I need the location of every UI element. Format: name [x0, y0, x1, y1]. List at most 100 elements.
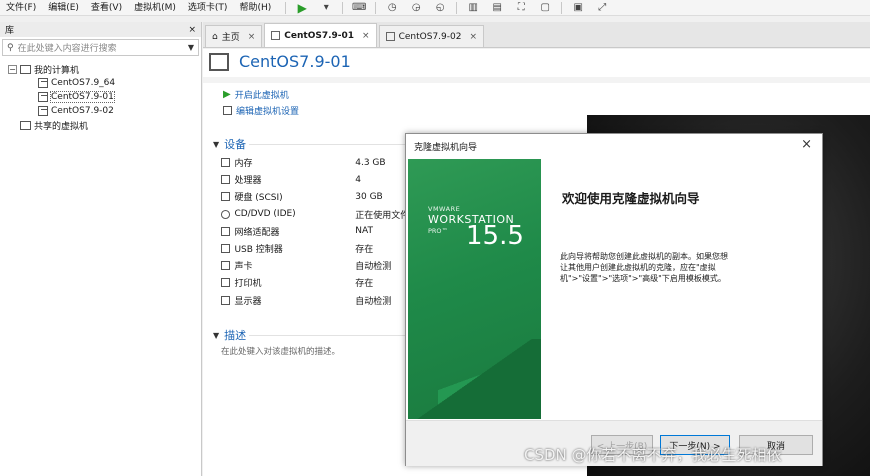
tab-centos-01[interactable]: CentOS7.9-01 ×	[264, 23, 377, 47]
menu-file[interactable]: 文件(F)	[0, 0, 42, 16]
toolbar-separator	[342, 1, 344, 14]
shared-vms-icon	[20, 120, 31, 130]
play-icon: ▶	[223, 88, 231, 100]
collapse-icon[interactable]: −	[8, 64, 17, 74]
device-name: 处理器	[234, 176, 262, 187]
tab-close-icon[interactable]: ×	[362, 31, 370, 41]
cd-icon	[221, 209, 231, 219]
action-label: 编辑虚拟机设置	[236, 106, 300, 117]
device-row-disk[interactable]: 硬盘 (SCSI) 30 GB	[221, 188, 411, 205]
device-value: 自动检测	[355, 262, 392, 273]
description-section-header[interactable]: ▼ 描述	[213, 327, 409, 343]
snapshot-manager-icon[interactable]: ◵	[430, 1, 450, 15]
power-on-link[interactable]: ▶ 开启此虚拟机	[223, 86, 299, 102]
tab-label: CentOS7.9-02	[398, 31, 462, 42]
tree-label: 共享的虚拟机	[34, 121, 89, 132]
tab-close-icon[interactable]: ×	[469, 32, 477, 42]
clone-wizard-dialog: 克隆虚拟机向导 × VMWARE WORKSTATION PRO™ 15.5 欢…	[405, 133, 823, 466]
tab-centos-02[interactable]: CentOS7.9-02 ×	[378, 25, 485, 47]
close-icon[interactable]: ×	[801, 137, 812, 152]
section-title: 描述	[224, 329, 247, 342]
dropdown-icon[interactable]: ▾	[316, 1, 336, 15]
library-search-input[interactable]: ⚲ 在此处键入内容进行搜索 ▼	[2, 39, 199, 56]
tab-close-icon[interactable]: ×	[248, 32, 256, 42]
device-value: 存在	[355, 279, 374, 290]
search-dropdown-icon[interactable]: ▼	[188, 43, 194, 52]
display-icon	[221, 295, 231, 305]
device-row-memory[interactable]: 内存 4.3 GB	[221, 154, 411, 171]
device-name: 声卡	[234, 262, 253, 273]
brand-version: 15.5	[466, 221, 524, 251]
action-label: 开启此虚拟机	[234, 90, 289, 101]
tree-item-shared-vms[interactable]: 共享的虚拟机	[8, 118, 201, 132]
device-name: 内存	[234, 159, 253, 170]
wizard-heading: 欢迎使用克隆虚拟机向导	[562, 191, 700, 206]
tree-item-my-computer[interactable]: − 我的计算机	[8, 62, 201, 76]
device-row-usb[interactable]: USB 控制器 存在	[221, 240, 411, 257]
send-keys-icon[interactable]: ⌨	[349, 1, 369, 15]
vm-large-icon	[209, 52, 229, 71]
device-row-cd[interactable]: CD/DVD (IDE) 正在使用文件	[221, 206, 411, 223]
device-row-sound[interactable]: 声卡 自动检测	[221, 257, 411, 274]
page-title: CentOS7.9-01	[239, 52, 351, 71]
toolbar-separator	[561, 1, 563, 14]
menu-tabs[interactable]: 选项卡(T)	[182, 0, 234, 16]
tree-item-vm-selected[interactable]: CentOS7.9-01	[8, 90, 201, 104]
device-value: 存在	[355, 245, 374, 256]
full-screen-icon[interactable]: ⛶	[511, 1, 531, 15]
power-on-icon[interactable]: ▶	[292, 1, 312, 15]
library-title: 库	[5, 26, 15, 36]
console-icon[interactable]: ▣	[568, 1, 588, 15]
tab-label: CentOS7.9-01	[284, 30, 355, 41]
toolbar: ▶ ▾ ⌨ ◷ ◶ ◵ ▥ ▤ ⛶ ▢ ▣ ⤢	[281, 1, 614, 15]
thumbnail-bar-icon[interactable]: ▤	[487, 1, 507, 15]
banner-shape	[408, 339, 541, 419]
header-divider	[203, 77, 870, 83]
menu-help[interactable]: 帮助(H)	[233, 0, 277, 16]
device-name: 打印机	[234, 279, 262, 290]
vm-icon	[38, 78, 48, 88]
tree-label: CentOS7.9-01	[50, 91, 115, 103]
snapshot-icon[interactable]: ◷	[382, 1, 402, 15]
tab-label: 主页	[221, 33, 240, 43]
device-name: 硬盘 (SCSI)	[234, 193, 283, 204]
description-placeholder[interactable]: 在此处键入对该虚拟机的描述。	[221, 345, 340, 357]
computer-icon	[20, 64, 31, 74]
unity-icon[interactable]: ▢	[535, 1, 555, 15]
tab-home[interactable]: ⌂ 主页 ×	[205, 25, 263, 47]
library-panel: 库 × ⚲ 在此处键入内容进行搜索 ▼ − 我的计算机 CentOS7.9_64…	[0, 22, 202, 476]
device-row-cpu[interactable]: 处理器 4	[221, 171, 411, 188]
vm-tab-icon	[385, 32, 395, 41]
show-library-icon[interactable]: ▥	[463, 1, 483, 15]
toolbar-separator	[456, 1, 458, 14]
device-row-printer[interactable]: 打印机 存在	[221, 274, 411, 291]
devices-section-header[interactable]: ▼ 设备	[213, 136, 409, 152]
memory-icon	[221, 158, 231, 168]
device-row-display[interactable]: 显示器 自动检测	[221, 292, 411, 309]
device-value: 4	[355, 174, 361, 185]
watermark: CSDN @你若不离不弃，我必生死相依	[524, 446, 782, 464]
cpu-icon	[221, 175, 231, 185]
device-value: 4.3 GB	[355, 157, 386, 168]
library-close-icon[interactable]: ×	[188, 25, 196, 35]
usb-icon	[221, 244, 231, 254]
network-icon	[221, 226, 231, 236]
tree-label: 我的计算机	[34, 65, 80, 76]
search-icon: ⚲	[7, 42, 14, 53]
brand-pro: PRO™	[428, 227, 449, 235]
stretch-icon[interactable]: ⤢	[592, 1, 612, 15]
settings-icon	[223, 105, 232, 115]
home-icon: ⌂	[212, 31, 218, 42]
menu-view[interactable]: 查看(V)	[85, 0, 128, 16]
tree-item-vm[interactable]: CentOS7.9_64	[8, 76, 201, 90]
wizard-description: 此向导将帮助您创建此虚拟机的副本。如果您想让其他用户创建此虚拟机的克隆，应在"虚…	[560, 252, 728, 283]
edit-settings-link[interactable]: 编辑虚拟机设置	[223, 102, 299, 118]
brand-vmware: VMWARE	[428, 205, 461, 213]
menu-edit[interactable]: 编辑(E)	[42, 0, 85, 16]
menu-vm[interactable]: 虚拟机(M)	[128, 0, 182, 16]
revert-snapshot-icon[interactable]: ◶	[406, 1, 426, 15]
tree-item-vm[interactable]: CentOS7.9-02	[8, 104, 201, 118]
device-name: 网络适配器	[234, 227, 280, 238]
device-value: 30 GB	[355, 191, 383, 202]
device-row-network[interactable]: 网络适配器 NAT	[221, 223, 411, 240]
